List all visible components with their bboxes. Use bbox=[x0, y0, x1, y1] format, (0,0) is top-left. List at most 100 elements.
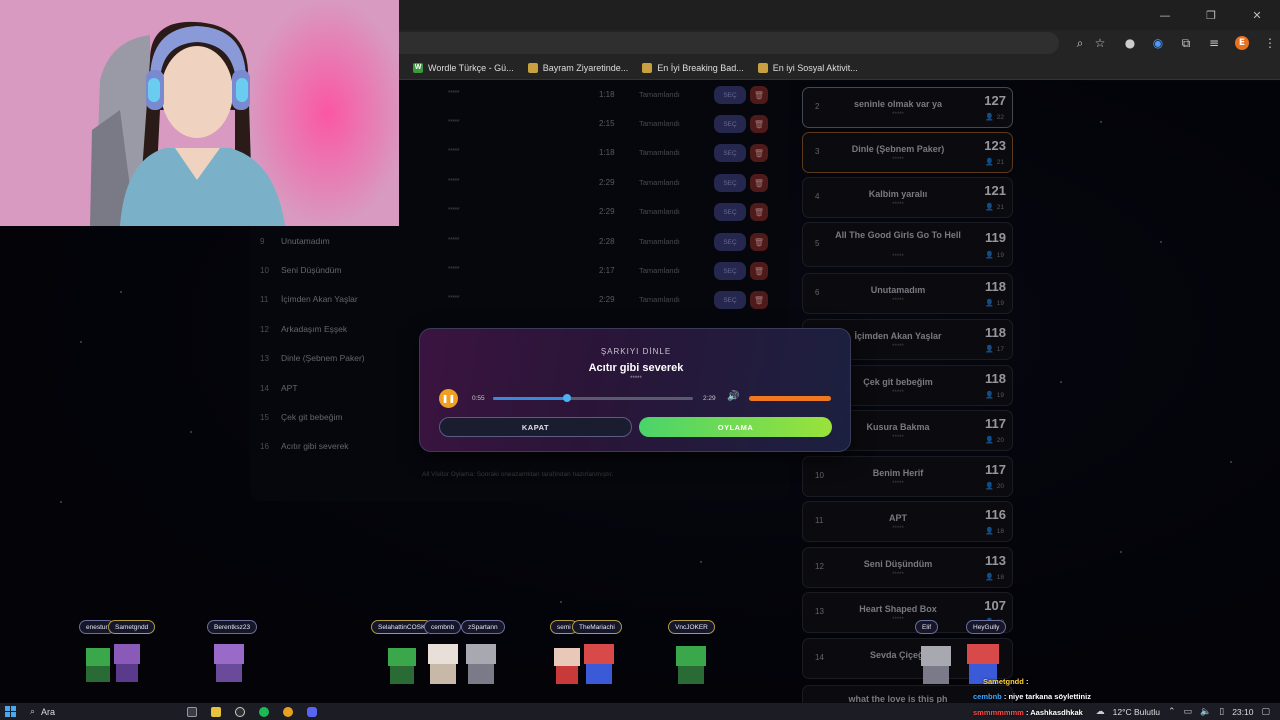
select-button[interactable]: SEÇ bbox=[714, 144, 746, 162]
file-explorer-icon[interactable] bbox=[204, 703, 228, 720]
delete-icon[interactable]: 🗑 bbox=[750, 291, 768, 309]
rank-title: what the love is this ph bbox=[848, 694, 948, 703]
audio-icon[interactable]: ◉ bbox=[1145, 32, 1171, 54]
clock[interactable]: 23:10 bbox=[1232, 707, 1253, 717]
spotify-icon[interactable] bbox=[252, 703, 276, 720]
bookmark-bayram[interactable]: Bayram Ziyaretinde... bbox=[527, 62, 628, 73]
select-button[interactable]: SEÇ bbox=[714, 291, 746, 309]
user-icon: 👤 bbox=[985, 482, 994, 490]
chat-text: : bbox=[1025, 677, 1029, 686]
rank-votes: 👤 20 bbox=[985, 436, 1004, 444]
network-icon[interactable]: ▭ bbox=[1184, 707, 1193, 717]
row-duration: 2:29 bbox=[599, 178, 615, 187]
start-button[interactable] bbox=[0, 703, 20, 720]
progress-slider[interactable] bbox=[493, 394, 693, 402]
vote-count: 17 bbox=[996, 345, 1004, 353]
row-number: 13 bbox=[260, 354, 269, 363]
address-bar[interactable]: ⌕ ☆ bbox=[399, 32, 1105, 54]
delete-icon[interactable]: 🗑 bbox=[750, 115, 768, 133]
notification-icon[interactable]: ▢ bbox=[1261, 707, 1270, 717]
user-icon: 👤 bbox=[985, 573, 994, 581]
volume-slider[interactable] bbox=[749, 396, 831, 401]
row-status: Tamamlandı bbox=[639, 178, 680, 187]
time-current: 0:55 bbox=[472, 395, 485, 402]
row-duration: 2:28 bbox=[599, 237, 615, 246]
extension-icon[interactable]: ● bbox=[1117, 32, 1143, 54]
rank-title: APT bbox=[889, 513, 907, 523]
pixel-avatars-group-1 bbox=[86, 644, 140, 682]
bookmark-label: Wordle Türkçe - Gü... bbox=[428, 62, 514, 73]
select-button[interactable]: SEÇ bbox=[714, 174, 746, 192]
weather-text[interactable]: 12°C Bulutlu bbox=[1113, 707, 1160, 717]
bookmark-breaking-bad[interactable]: En İyi Breaking Bad... bbox=[642, 62, 744, 73]
rank-votes: 👤 19 bbox=[985, 391, 1004, 399]
song-row: 11 İçimden Akan Yaşlar ***** 2:29 Tamaml… bbox=[250, 286, 790, 315]
bookmark-sosyal[interactable]: En iyi Sosyal Aktivit... bbox=[757, 62, 858, 73]
puzzle-icon[interactable]: ⧉ bbox=[1173, 32, 1199, 54]
zoom-icon[interactable]: ⌕ bbox=[1069, 32, 1091, 54]
ranking-card[interactable]: 6 Unutamadım ***** 118 👤 19 bbox=[802, 273, 1013, 314]
bookmark-wordle[interactable]: W Wordle Türkçe - Gü... bbox=[413, 62, 514, 73]
volume-icon[interactable]: 🔊 bbox=[727, 391, 739, 402]
ranking-card[interactable]: 11 APT ***** 116 👤 18 bbox=[802, 501, 1013, 542]
chevron-up-icon[interactable]: ⌃ bbox=[1168, 707, 1176, 717]
rank-title: Unutamadım bbox=[870, 285, 926, 295]
select-button[interactable]: SEÇ bbox=[714, 262, 746, 280]
delete-icon[interactable]: 🗑 bbox=[750, 174, 768, 192]
close-window-button[interactable]: ✕ bbox=[1234, 0, 1280, 30]
footer-note: All Visitor Oylama: Sonraki oneazamktan … bbox=[422, 471, 614, 478]
rank-votes: 👤 19 bbox=[985, 299, 1004, 307]
ranking-card[interactable]: 12 Seni Düşündüm ***** 113 👤 18 bbox=[802, 547, 1013, 588]
vote-count: 20 bbox=[996, 482, 1004, 490]
speaker-icon[interactable]: 🔈 bbox=[1200, 707, 1211, 717]
delete-icon[interactable]: 🗑 bbox=[750, 262, 768, 280]
progress-knob[interactable] bbox=[563, 394, 571, 402]
folder-icon bbox=[757, 62, 768, 73]
row-number: 10 bbox=[260, 266, 269, 275]
task-view-glyph bbox=[187, 706, 197, 717]
rank-score: 118 bbox=[985, 325, 1006, 340]
bookmark-star-icon[interactable]: ☆ bbox=[1089, 32, 1111, 54]
taskbar-search[interactable]: ⌕ Ara bbox=[30, 703, 150, 720]
delete-icon[interactable]: 🗑 bbox=[750, 203, 768, 221]
vote-count: 18 bbox=[996, 573, 1004, 581]
task-view-icon[interactable] bbox=[180, 703, 204, 720]
rank-title: Seni Düşündüm bbox=[863, 559, 933, 569]
row-stars: ***** bbox=[448, 148, 460, 155]
pause-button[interactable]: ❚❚ bbox=[439, 389, 458, 408]
chat-message: smmmmmmm : Aashkasdhkak bbox=[973, 708, 1083, 717]
chrome-icon[interactable] bbox=[276, 703, 300, 720]
ranking-card[interactable]: 10 Benim Herif ***** 117 👤 20 bbox=[802, 456, 1013, 497]
row-number: 14 bbox=[260, 384, 269, 393]
rank-score: 117 bbox=[985, 416, 1006, 431]
ranking-card[interactable]: 4 Kalbim yaralıı ***** 121 👤 21 bbox=[802, 177, 1013, 218]
select-button[interactable]: SEÇ bbox=[714, 203, 746, 221]
delete-icon[interactable]: 🗑 bbox=[750, 233, 768, 251]
chat-username: cembnb bbox=[973, 692, 1002, 701]
row-title: Acıtır gibi severek bbox=[281, 441, 349, 451]
discord-icon[interactable] bbox=[300, 703, 324, 720]
obs-icon[interactable] bbox=[228, 703, 252, 720]
chat-text: : Aashkasdhkak bbox=[1025, 708, 1083, 717]
ranking-card[interactable]: 3 Dinle (Şebnem Paker) ***** 123 👤 21 bbox=[802, 132, 1013, 173]
media-icon[interactable]: ≡ bbox=[1201, 32, 1227, 54]
viewer-tag: Elif bbox=[915, 620, 939, 634]
restore-button[interactable]: ❐ bbox=[1188, 0, 1234, 30]
select-button[interactable]: SEÇ bbox=[714, 115, 746, 133]
chat-username: smmmmmmm bbox=[973, 708, 1024, 717]
menu-icon[interactable]: ⋮ bbox=[1257, 32, 1280, 54]
background-star bbox=[120, 291, 122, 293]
close-button[interactable]: KAPAT bbox=[439, 417, 632, 437]
ranking-card[interactable]: 5 All The Good Girls Go To Hell ***** 11… bbox=[802, 222, 1013, 267]
rank-position: 4 bbox=[815, 192, 820, 201]
battery-icon[interactable]: ▯ bbox=[1219, 707, 1224, 717]
minimize-button[interactable]: — bbox=[1142, 0, 1188, 30]
delete-icon[interactable]: 🗑 bbox=[750, 86, 768, 104]
vote-button[interactable]: OYLAMA bbox=[639, 417, 832, 437]
select-button[interactable]: SEÇ bbox=[714, 86, 746, 104]
delete-icon[interactable]: 🗑 bbox=[750, 144, 768, 162]
volume-fill bbox=[749, 396, 831, 401]
profile-button[interactable]: E bbox=[1229, 32, 1255, 54]
ranking-card[interactable]: 2 seninle olmak var ya ***** 127 👤 22 bbox=[802, 87, 1013, 128]
select-button[interactable]: SEÇ bbox=[714, 233, 746, 251]
